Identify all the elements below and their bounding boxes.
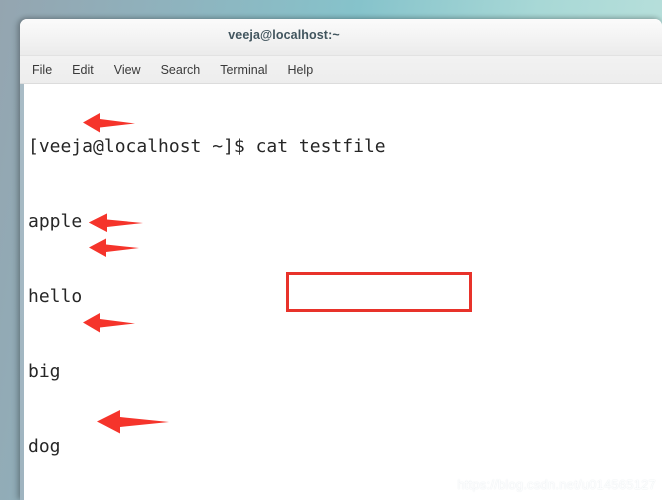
menu-item-file[interactable]: File bbox=[32, 63, 52, 77]
terminal-line: apple bbox=[28, 211, 83, 232]
menu-bar: File Edit View Search Terminal Help bbox=[20, 56, 662, 84]
terminal-line: big bbox=[28, 361, 61, 382]
terminal-line: hello bbox=[28, 286, 83, 307]
window-title: veeja@localhost:~ bbox=[228, 28, 340, 42]
terminal-window: veeja@localhost:~ File Edit View Search … bbox=[20, 19, 662, 500]
menu-item-edit[interactable]: Edit bbox=[72, 63, 94, 77]
menu-item-help[interactable]: Help bbox=[287, 63, 313, 77]
terminal-line: [veeja@localhost ~]$ cat testfile bbox=[28, 136, 386, 157]
menu-item-search[interactable]: Search bbox=[161, 63, 201, 77]
window-title-bar[interactable]: veeja@localhost:~ bbox=[20, 19, 662, 56]
terminal-output-area[interactable]: [veeja@localhost ~]$ cat testfile apple … bbox=[20, 84, 662, 500]
terminal-text: [veeja@localhost ~]$ cat testfile apple … bbox=[28, 84, 662, 500]
terminal-line: dog bbox=[28, 436, 61, 457]
menu-item-terminal[interactable]: Terminal bbox=[220, 63, 267, 77]
watermark-text: https://blog.csdn.net/u014565127 bbox=[457, 477, 656, 492]
menu-item-view[interactable]: View bbox=[114, 63, 141, 77]
window-left-edge bbox=[20, 84, 24, 500]
